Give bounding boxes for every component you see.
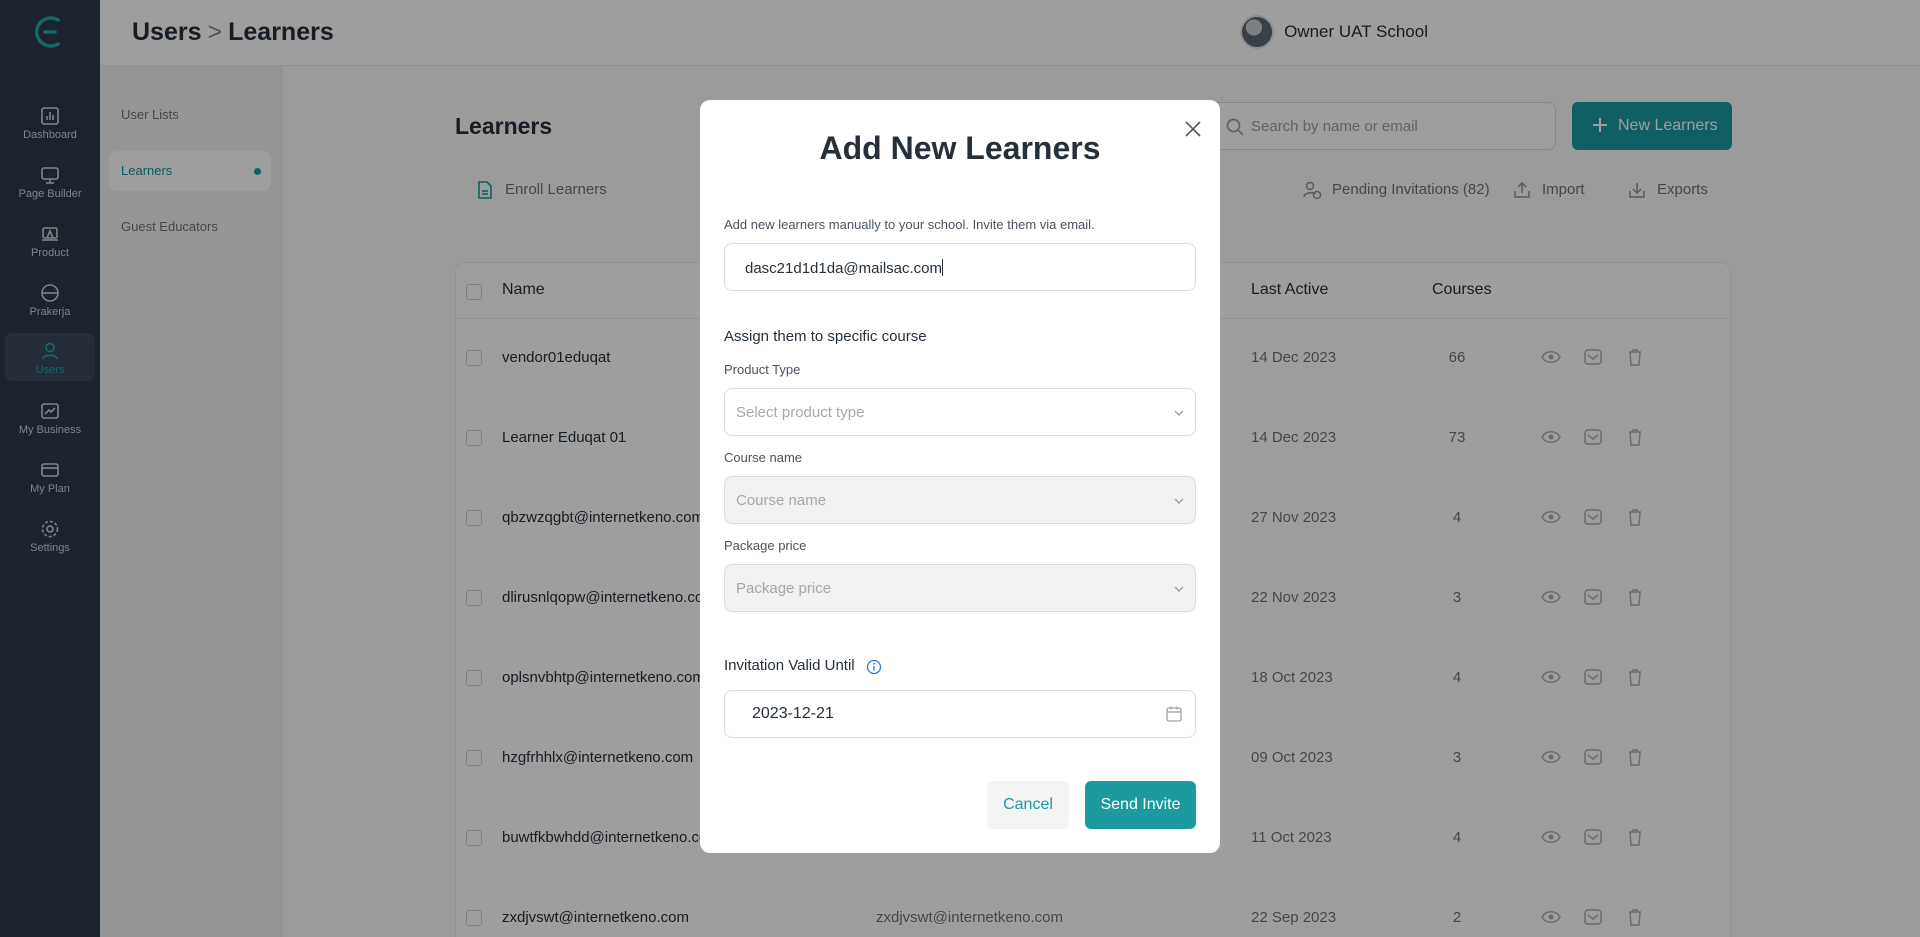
package-price-label: Package price	[724, 538, 807, 553]
chevron-down-icon	[1174, 498, 1184, 504]
chevron-down-icon	[1174, 410, 1184, 416]
email-text: dasc21d1d1da@mailsac.com	[745, 260, 942, 277]
modal-description: Add new learners manually to your school…	[724, 217, 1095, 232]
info-icon[interactable]	[866, 659, 882, 675]
valid-until-date-field[interactable]: 2023-12-21	[724, 690, 1196, 738]
calendar-icon[interactable]	[1165, 705, 1183, 723]
cancel-button[interactable]: Cancel	[987, 781, 1069, 829]
product-type-placeholder: Select product type	[736, 404, 865, 421]
add-learners-modal: Add New Learners Add new learners manual…	[700, 100, 1220, 853]
assign-heading: Assign them to specific course	[724, 328, 927, 345]
package-price-select[interactable]: Package price	[724, 564, 1196, 612]
chevron-down-icon	[1174, 586, 1184, 592]
email-field[interactable]: dasc21d1d1da@mailsac.com	[724, 243, 1196, 291]
course-name-select[interactable]: Course name	[724, 476, 1196, 524]
valid-until-label: Invitation Valid Until	[724, 657, 855, 674]
send-invite-button[interactable]: Send Invite	[1085, 781, 1196, 829]
modal-title: Add New Learners	[819, 130, 1101, 166]
product-type-label: Product Type	[724, 362, 801, 377]
valid-until-value: 2023-12-21	[752, 705, 834, 722]
package-price-placeholder: Package price	[736, 580, 832, 597]
email-field-value[interactable]: dasc21d1d1da@mailsac.com	[745, 259, 943, 277]
product-type-select[interactable]: Select product type	[724, 388, 1196, 436]
course-name-label: Course name	[724, 450, 803, 465]
course-name-placeholder: Course name	[736, 492, 827, 509]
text-caret	[942, 259, 943, 276]
